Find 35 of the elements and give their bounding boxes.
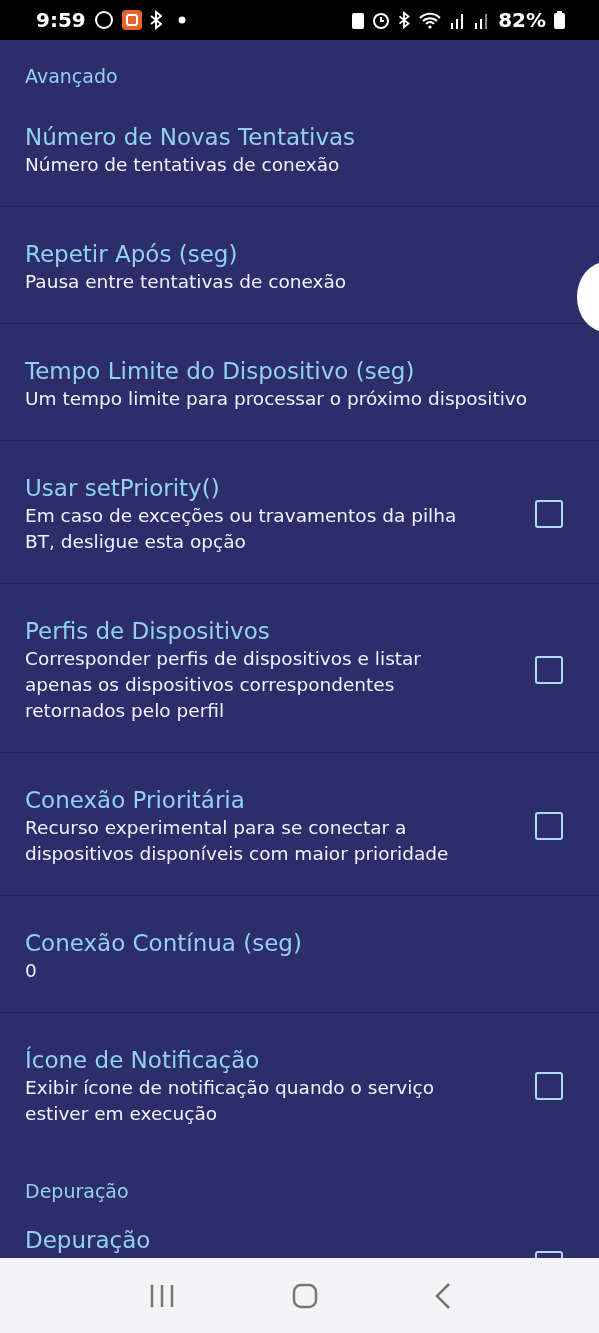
app-icon: [121, 10, 142, 30]
setting-summary: Em caso de exceções ou travamentos da pilha BT, desligue esta opção: [25, 504, 458, 554]
section-header: Avançado: [24, 64, 119, 89]
setting-title[interactable]: Usar setPriority(): [25, 473, 475, 503]
section-header: Depuração: [24, 1179, 130, 1204]
wifi-icon: [418, 11, 443, 29]
checkbox[interactable]: [535, 656, 563, 684]
checkbox[interactable]: [535, 812, 563, 840]
home-icon[interactable]: [291, 1282, 318, 1309]
alarm-icon: [372, 11, 391, 29]
setting-summary: 0: [25, 959, 38, 983]
dot-icon: [177, 16, 186, 24]
battery-percentage: 82%: [498, 8, 546, 32]
battery-icon: [554, 11, 565, 29]
setting-summary: Exibir ícone de notificação quando o serviço estiver em execução: [25, 1076, 435, 1126]
back-icon[interactable]: [434, 1282, 451, 1309]
setting-summary: Pausa entre tentativas de conexão: [25, 270, 348, 294]
setting-summary: Corresponder perfis de dispositivos e listar apenas os dispositivos correspondentes retornados pelo perfil: [25, 647, 422, 723]
clock: 9:59: [36, 8, 86, 32]
setting-title[interactable]: Conexão Contínua (seg): [25, 928, 574, 958]
bluetooth-icon: [149, 10, 162, 30]
setting-title[interactable]: Número de Novas Tentativas: [25, 122, 574, 152]
setting-summary: Número de tentativas de conexão: [25, 153, 341, 177]
setting-title[interactable]: Ícone de Notificação: [25, 1045, 475, 1075]
setting-title[interactable]: Tempo Limite do Dispositivo (seg): [25, 356, 574, 386]
checkbox[interactable]: [535, 500, 563, 528]
setting-summary: Um tempo limite para processar o próximo dispositivo: [25, 387, 529, 411]
checkbox[interactable]: [535, 1072, 563, 1100]
setting-summary: Recurso experimental para se conectar a dispositivos disponíveis com maior prioridade: [25, 816, 450, 866]
bluetooth-icon: [398, 11, 411, 29]
setting-title[interactable]: Repetir Após (seg): [25, 239, 574, 269]
setting-title[interactable]: Conexão Prioritária: [25, 785, 475, 815]
setting-title[interactable]: Depuração: [25, 1225, 475, 1255]
setting-title[interactable]: Perfis de Dispositivos: [25, 616, 475, 646]
recent-apps-icon[interactable]: [148, 1283, 175, 1308]
